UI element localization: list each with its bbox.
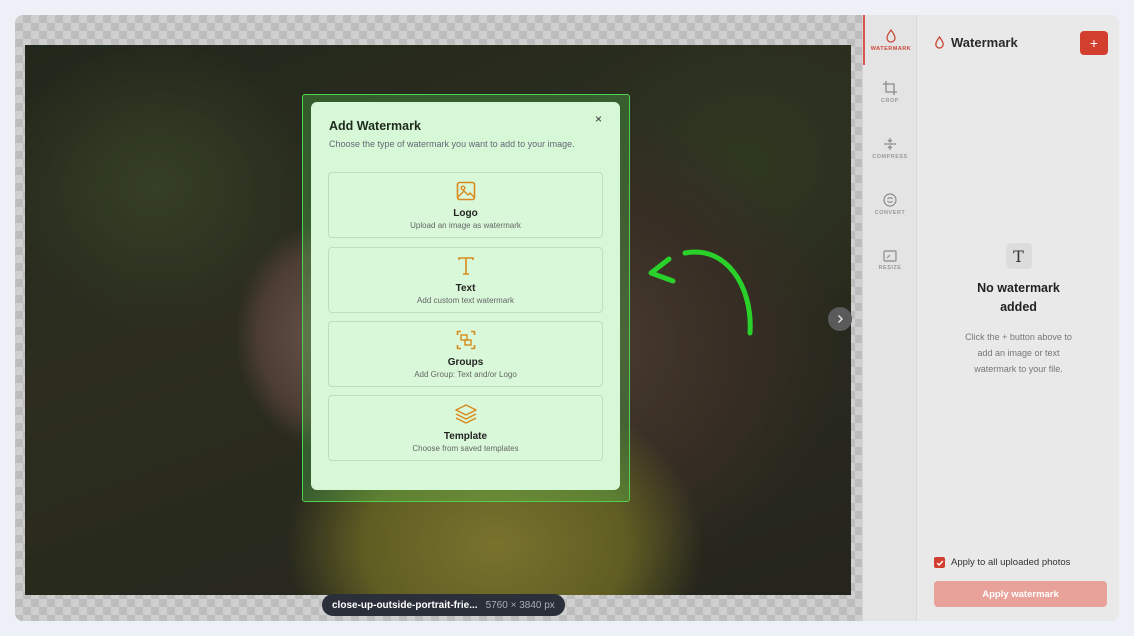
apply-watermark-button[interactable]: Apply watermark <box>934 581 1107 607</box>
compress-icon <box>884 137 896 150</box>
watermark-panel: Watermark + T No watermark added Click t… <box>916 15 1119 621</box>
modal-subtitle: Choose the type of watermark you want to… <box>329 139 575 149</box>
chevron-right-icon <box>838 315 843 323</box>
option-groups-name: Groups <box>447 357 484 368</box>
apply-all-label: Apply to all uploaded photos <box>951 557 1071 568</box>
crop-icon <box>883 80 897 95</box>
panel-title: Watermark <box>951 35 1018 50</box>
layers-icon <box>454 402 477 426</box>
tool-resize-label: RESIZE <box>878 264 902 271</box>
text-icon <box>456 254 476 278</box>
option-text-name: Text <box>455 283 476 294</box>
next-image-button[interactable] <box>828 307 852 331</box>
apply-all-checkbox[interactable] <box>934 557 945 568</box>
check-icon <box>936 560 943 566</box>
option-logo-name: Logo <box>453 208 478 219</box>
image-icon <box>456 179 476 203</box>
droplet-icon <box>886 28 896 43</box>
option-text[interactable]: Text Add custom text watermark <box>328 247 603 313</box>
tool-watermark[interactable]: WATERMARK <box>863 15 917 65</box>
close-button[interactable]: × <box>595 112 602 126</box>
add-watermark-modal: Add Watermark Choose the type of waterma… <box>311 102 620 490</box>
file-info-pill: close-up-outside-portrait-frie... 5760 ×… <box>322 594 565 616</box>
option-groups-desc: Add Group: Text and/or Logo <box>414 370 517 379</box>
option-template-desc: Choose from saved templates <box>412 444 519 453</box>
tool-compress[interactable]: COMPRESS <box>863 123 917 173</box>
option-template[interactable]: Template Choose from saved templates <box>328 395 603 461</box>
tool-sidebar: WATERMARK CROP COMPRESS CONVERT RESIZE <box>862 15 916 621</box>
tool-convert-label: CONVERT <box>874 209 906 216</box>
panel-header: Watermark <box>934 35 1018 50</box>
convert-icon <box>883 192 897 207</box>
file-name: close-up-outside-portrait-frie... <box>332 599 478 611</box>
option-logo[interactable]: Logo Upload an image as watermark <box>328 172 603 238</box>
modal-title: Add Watermark <box>329 119 421 133</box>
text-icon: T <box>1005 243 1032 269</box>
droplet-icon <box>935 36 944 49</box>
option-logo-desc: Upload an image as watermark <box>410 221 521 230</box>
tool-compress-label: COMPRESS <box>872 153 908 160</box>
option-template-name: Template <box>443 431 488 442</box>
tool-crop-label: CROP <box>881 97 899 104</box>
option-text-desc: Add custom text watermark <box>417 296 514 305</box>
group-icon <box>456 328 476 352</box>
apply-all-option: Apply to all uploaded photos <box>934 557 1070 568</box>
pointer-arrow-icon <box>648 249 753 336</box>
tool-convert[interactable]: CONVERT <box>863 179 917 229</box>
empty-state-title: No watermark added <box>977 281 1060 314</box>
tool-watermark-label: WATERMARK <box>870 45 912 52</box>
empty-state-text: Click the + button above to add an image… <box>965 332 1072 374</box>
option-groups[interactable]: Groups Add Group: Text and/or Logo <box>328 321 603 387</box>
file-dimensions: 5760 × 3840 px <box>485 599 555 611</box>
tool-resize[interactable]: RESIZE <box>863 235 917 285</box>
add-watermark-button[interactable]: + <box>1080 31 1108 55</box>
resize-icon <box>883 249 897 262</box>
empty-state: T No watermark added Click the + button … <box>917 243 1119 377</box>
tool-crop[interactable]: CROP <box>863 67 917 117</box>
